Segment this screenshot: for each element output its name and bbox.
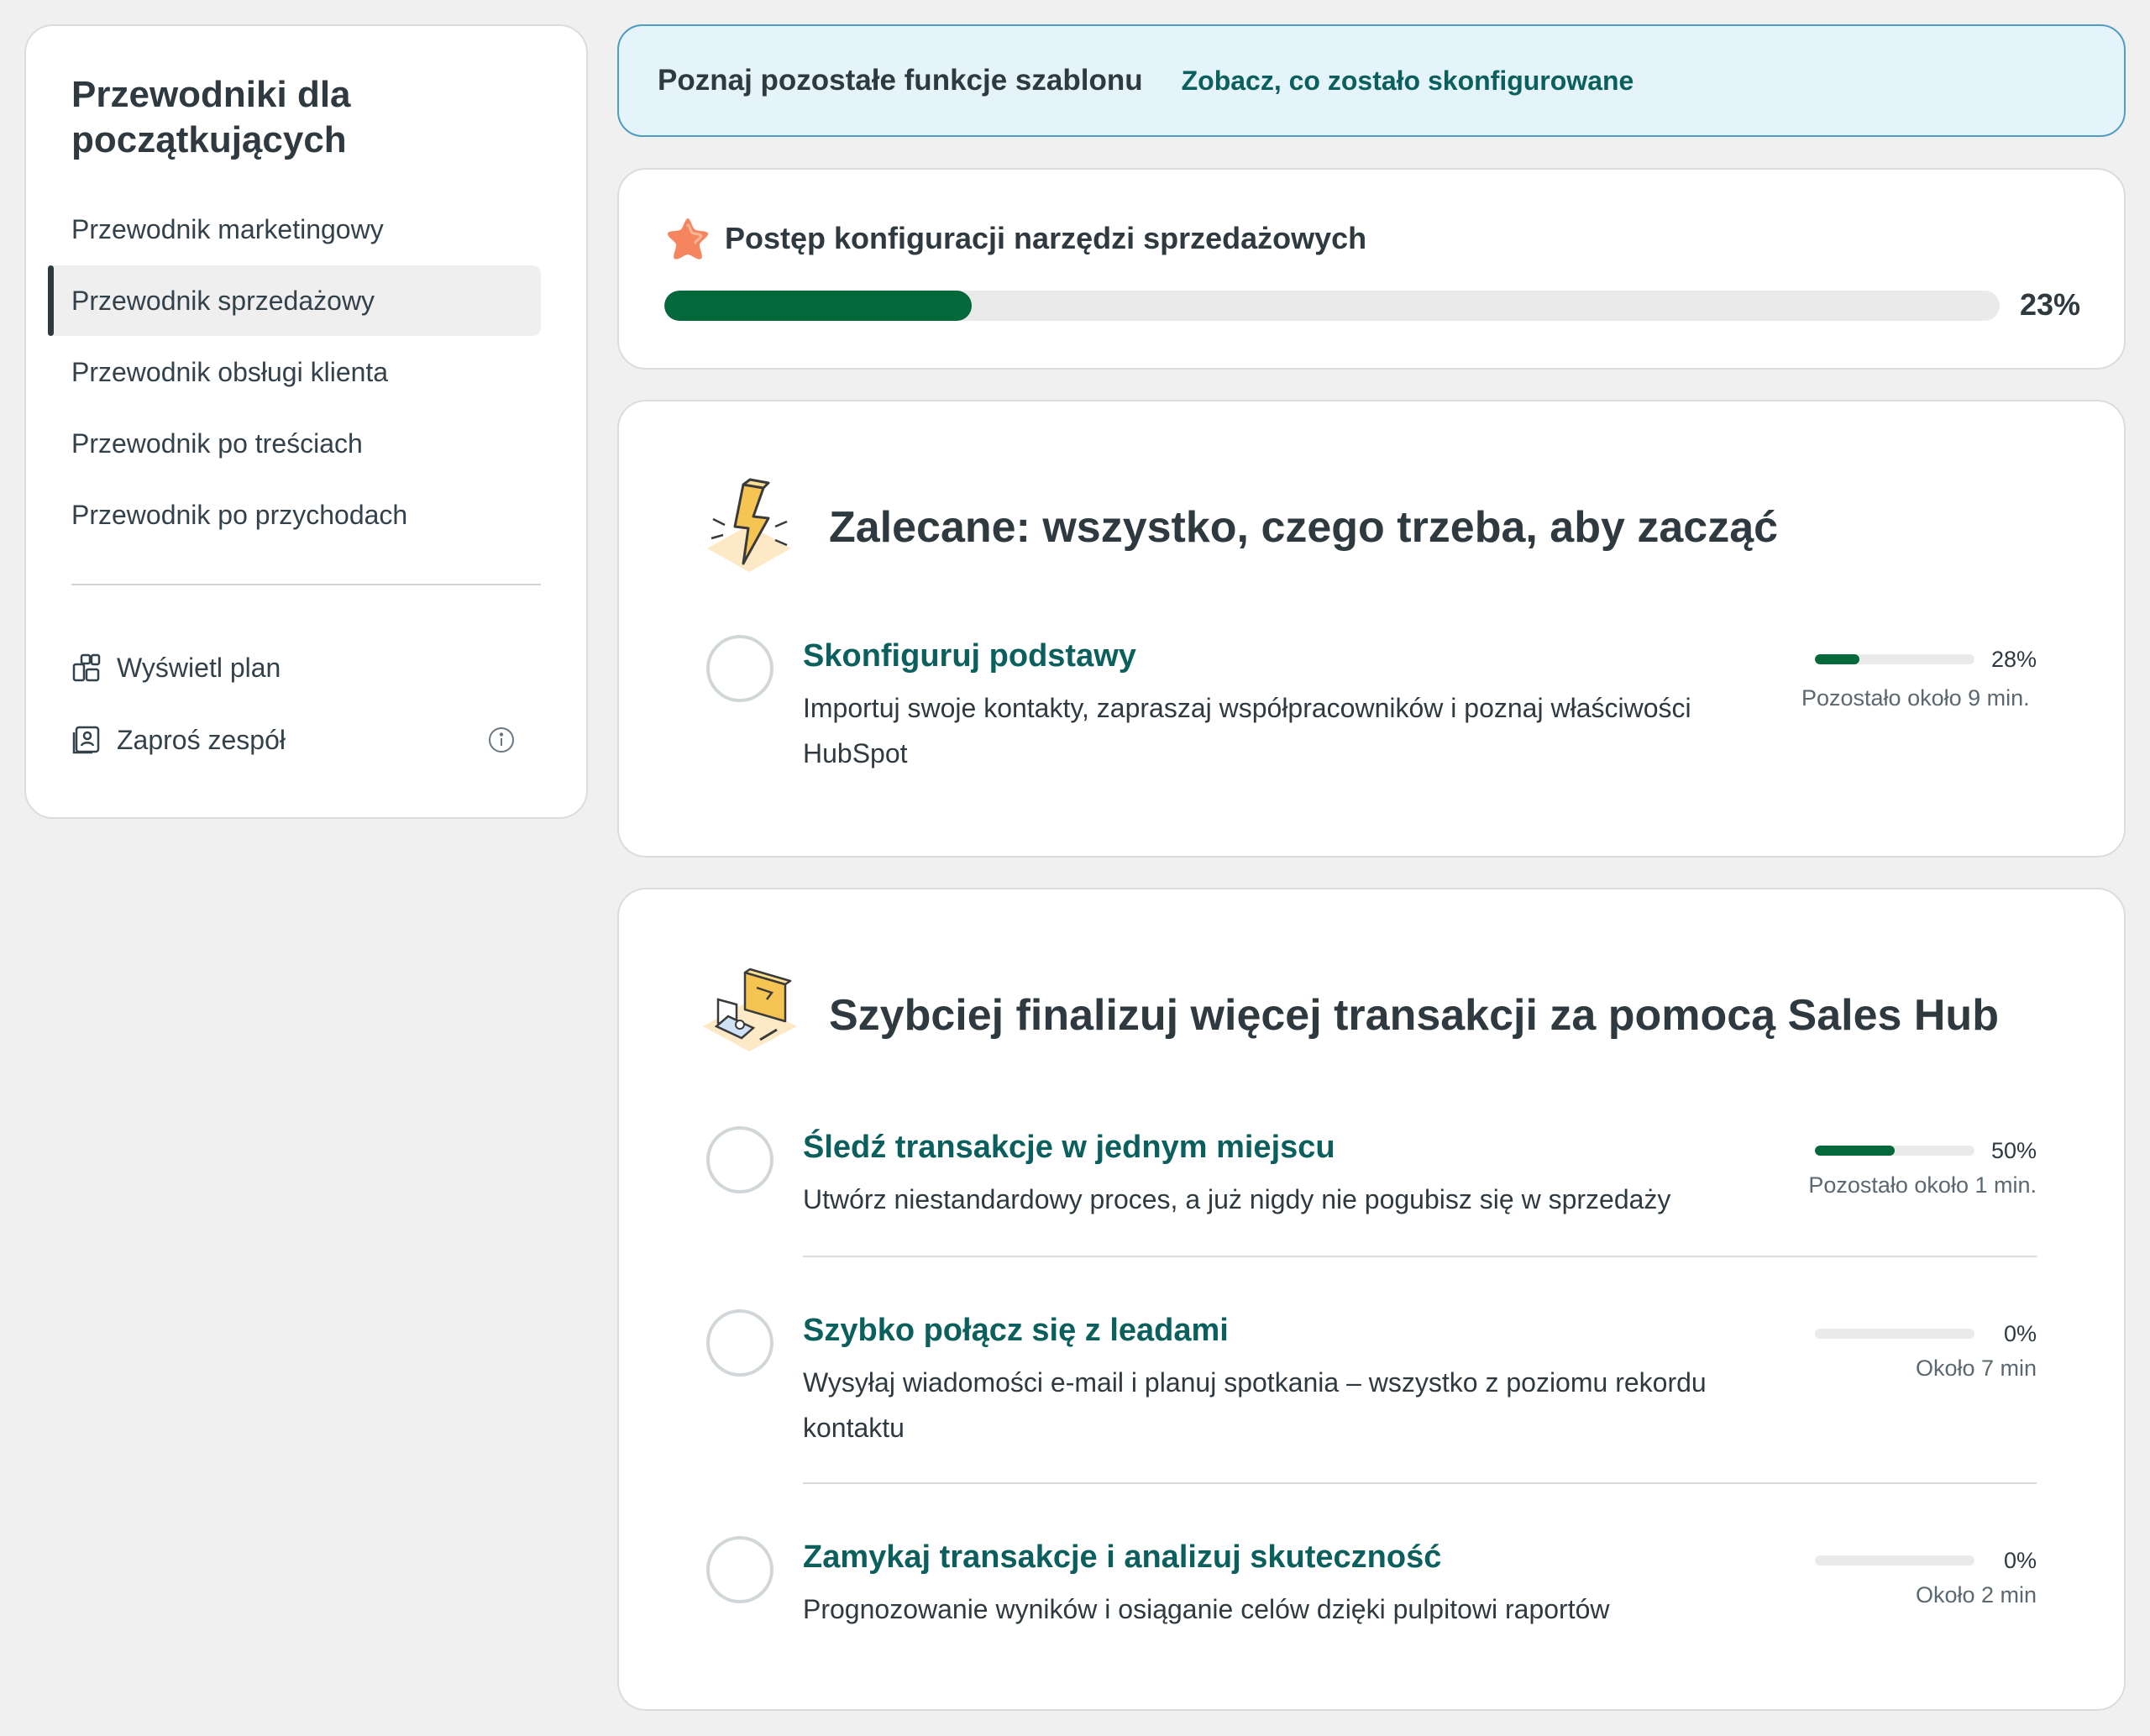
task-time-estimate: Pozostało około 9 min.: [1801, 685, 2030, 711]
task-description: Utwórz niestandardowy proces, a już nigd…: [803, 1184, 1671, 1214]
task-percent: 28%: [1990, 646, 2037, 672]
task-checkbox[interactable]: [706, 1126, 773, 1193]
task-time-estimate: Około 2 min: [1915, 1582, 2037, 1608]
sidebar-item-label: Przewodnik sprzedażowy: [71, 285, 375, 316]
setup-progress-card: Postęp konfiguracji narzędzi sprzedażowy…: [617, 168, 2126, 370]
task-meta: 50% Pozostało około 1 min.: [1785, 1130, 2037, 1204]
sidebar-item-revenue[interactable]: Przewodnik po przychodach: [48, 480, 541, 550]
sidebar-item-sales[interactable]: Przewodnik sprzedażowy: [48, 265, 541, 336]
task-percent: 0%: [2003, 1547, 2037, 1573]
invite-team-button[interactable]: Zaproś zespół: [71, 715, 541, 765]
task-percent: 50%: [1990, 1137, 2037, 1163]
guides-nav: Przewodnik marketingowy Przewodnik sprze…: [26, 194, 586, 551]
sidebar-item-content[interactable]: Przewodnik po treściach: [48, 408, 541, 479]
task-checkbox[interactable]: [706, 1536, 773, 1603]
task-title-link[interactable]: Skonfiguruj podstawy: [803, 638, 1136, 674]
progress-percent: 23%: [2019, 287, 2080, 322]
info-icon[interactable]: [487, 726, 516, 754]
banner-link[interactable]: Zobacz, co zostało skonfigurowane: [1182, 66, 1634, 97]
plan-grid-icon: [71, 653, 102, 683]
recommended-section: Zalecane: wszystko, czego trzeba, aby za…: [617, 400, 2126, 858]
task-description: Wysyłaj wiadomości e-mail i planuj spotk…: [803, 1367, 1707, 1443]
sidebar-title: Przewodniki dla początkujących: [71, 74, 351, 160]
sidebar-item-label: Przewodnik po przychodach: [71, 499, 408, 530]
invite-team-label: Zaproś zespół: [117, 724, 286, 755]
task-percent: 0%: [2003, 1320, 2037, 1346]
guides-sidebar: Przewodniki dla początkujących Przewodni…: [24, 24, 588, 819]
view-plan-label: Wyświetl plan: [117, 652, 281, 683]
task-progress-fill: [1815, 1146, 1895, 1156]
task-progress-bar: [1815, 1329, 1974, 1339]
task-title-link[interactable]: Zamykaj transakcje i analizuj skutecznoś…: [803, 1539, 1441, 1576]
task-divider: [803, 1256, 2037, 1257]
sidebar-item-label: Przewodnik obsługi klienta: [71, 356, 389, 387]
task-progress-bar: [1815, 654, 1974, 664]
task-time-estimate: Pozostało około 1 min.: [1808, 1172, 2037, 1198]
template-features-banner: Poznaj pozostałe funkcje szablonu Zobacz…: [617, 24, 2126, 137]
sidebar-item-label: Przewodnik marketingowy: [71, 213, 384, 244]
deals-desk-icon: [695, 961, 804, 1070]
task-progress-bar: [1815, 1146, 1974, 1156]
task-checkbox[interactable]: [706, 635, 773, 702]
task-progress-fill: [1815, 654, 1860, 664]
lightning-bolt-icon: [695, 473, 804, 582]
progress-title: Postęp konfiguracji narzędzi sprzedażowy…: [725, 221, 1367, 255]
sidebar-item-marketing[interactable]: Przewodnik marketingowy: [48, 194, 541, 265]
setup-progress-bar: [664, 291, 2000, 321]
star-icon: [663, 213, 713, 264]
task-title-link[interactable]: Śledź transakcje w jednym miejscu: [803, 1130, 1335, 1166]
task-title-link[interactable]: Szybko połącz się z leadami: [803, 1313, 1229, 1349]
task-divider: [803, 1482, 2037, 1484]
sidebar-divider: [71, 584, 541, 585]
task-meta: 28% Pozostało około 9 min.: [1785, 638, 2037, 721]
section-title: Zalecane: wszystko, czego trzeba, aby za…: [829, 503, 1779, 552]
sales-hub-section: Szybciej finalizuj więcej transakcji za …: [617, 888, 2126, 1711]
task-checkbox[interactable]: [706, 1309, 773, 1377]
contact-card-icon: [71, 725, 102, 755]
task-description: Prognozowanie wyników i osiąganie celów …: [803, 1594, 1610, 1624]
task-meta: 0% Około 2 min: [1785, 1539, 2037, 1613]
banner-text: Poznaj pozostałe funkcje szablonu: [658, 64, 1143, 97]
sidebar-item-service[interactable]: Przewodnik obsługi klienta: [48, 337, 541, 407]
view-plan-button[interactable]: Wyświetl plan: [71, 642, 541, 693]
task-progress-bar: [1815, 1555, 1974, 1566]
sidebar-item-label: Przewodnik po treściach: [71, 427, 363, 459]
task-description: Importuj swoje kontakty, zapraszaj współ…: [803, 693, 1691, 768]
task-time-estimate: Około 7 min: [1915, 1356, 2037, 1381]
setup-progress-fill: [664, 291, 972, 321]
section-title: Szybciej finalizuj więcej transakcji za …: [829, 991, 1999, 1040]
task-meta: 0% Około 7 min: [1785, 1313, 2037, 1387]
